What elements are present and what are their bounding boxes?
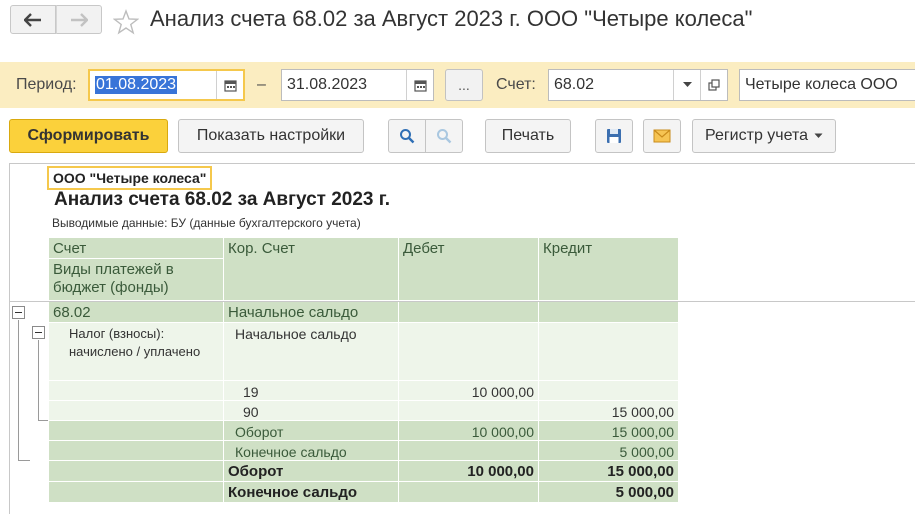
- row-c2: Начальное сальдо: [224, 323, 399, 381]
- organization-field[interactable]: Четыре колеса ООО: [739, 69, 915, 101]
- account-label: Счет:: [496, 76, 536, 93]
- open-link-icon: [708, 79, 720, 91]
- calendar-icon: [223, 79, 237, 92]
- row-credit: 5 000,00: [539, 441, 679, 461]
- date-from-calendar-button[interactable]: [216, 71, 243, 99]
- organization-value: Четыре колеса ООО: [745, 76, 898, 93]
- row-debit: [399, 302, 539, 323]
- row-c2: Начальное сальдо: [224, 302, 399, 323]
- forward-arrow-icon: [71, 12, 88, 27]
- star-icon[interactable]: [113, 9, 139, 35]
- account-dropdown-button[interactable]: [673, 70, 700, 100]
- row-subconto: [49, 461, 224, 482]
- row-debit: 10 000,00: [399, 421, 539, 441]
- subgroup-tree-line: [38, 340, 39, 420]
- row-account: 68.02: [49, 302, 224, 323]
- header-subconto: Виды платежей в бюджет (фонды): [49, 259, 224, 301]
- period-label: Период:: [16, 76, 77, 93]
- register-label: Регистр учета: [704, 127, 809, 144]
- period-select-button[interactable]: ...: [445, 69, 483, 101]
- back-arrow-icon: [24, 12, 41, 27]
- header-debit: Дебет: [399, 238, 539, 301]
- row-debit: [399, 482, 539, 503]
- row-credit: [539, 323, 679, 381]
- email-icon: [653, 129, 671, 143]
- search-button[interactable]: [388, 119, 426, 153]
- row-credit: 15 000,00: [539, 421, 679, 441]
- row-c2: Конечное сальдо: [224, 441, 399, 461]
- row-credit: 15 000,00: [539, 401, 679, 421]
- date-from-value: 01.08.2023: [95, 76, 178, 94]
- back-button[interactable]: [10, 5, 56, 34]
- show-settings-button[interactable]: Показать настройки: [178, 119, 364, 153]
- row-credit: [539, 381, 679, 401]
- chevron-down-icon: [814, 133, 823, 138]
- report-organization[interactable]: ООО "Четыре колеса": [47, 166, 213, 190]
- dropdown-icon: [682, 82, 692, 87]
- row-c2: 90: [224, 401, 399, 421]
- row-subconto: [49, 381, 224, 401]
- group-tree-line: [18, 460, 30, 461]
- row-subconto: [49, 441, 224, 461]
- collapse-subgroup-toggle[interactable]: [32, 326, 45, 339]
- row-debit: [399, 441, 539, 461]
- report-top-divider: [10, 163, 915, 164]
- row-c2: Оборот: [224, 461, 399, 482]
- page-title: Анализ счета 68.02 за Август 2023 г. ООО…: [150, 6, 753, 31]
- generate-button[interactable]: Сформировать: [9, 119, 168, 153]
- search-cancel-button[interactable]: [425, 119, 463, 153]
- row-debit: [399, 401, 539, 421]
- save-icon: [607, 129, 621, 143]
- row-debit: 10 000,00: [399, 381, 539, 401]
- calendar-icon: [413, 79, 427, 92]
- date-from-field[interactable]: 01.08.2023: [88, 69, 245, 101]
- period-dash: –: [257, 76, 266, 93]
- report-gutter: [9, 163, 10, 514]
- row-credit: 5 000,00: [539, 482, 679, 503]
- row-c2: Оборот: [224, 421, 399, 441]
- header-account: Счет: [49, 238, 224, 259]
- date-to-field[interactable]: 31.08.2023: [281, 69, 434, 101]
- search-cancel-icon: [437, 129, 452, 144]
- date-to-value: 31.08.2023: [287, 76, 368, 93]
- save-button[interactable]: [595, 119, 633, 153]
- row-c2: 19: [224, 381, 399, 401]
- row-subconto: [49, 482, 224, 503]
- report-title: Анализ счета 68.02 за Август 2023 г.: [54, 189, 391, 210]
- row-credit: 15 000,00: [539, 461, 679, 482]
- print-button[interactable]: Печать: [485, 119, 571, 153]
- group-tree-line: [18, 320, 19, 460]
- account-open-button[interactable]: [700, 70, 727, 100]
- register-button[interactable]: Регистр учета: [692, 119, 836, 153]
- account-field[interactable]: 68.02: [548, 69, 728, 101]
- row-subconto: Налог (взносы): начислено / уплачено: [49, 323, 224, 381]
- row-subconto: [49, 421, 224, 441]
- account-value: 68.02: [554, 76, 595, 93]
- header-corr-account: Кор. Счет: [224, 238, 399, 301]
- date-to-calendar-button[interactable]: [406, 70, 433, 100]
- report-subtitle: Выводимые данные: БУ (данные бухгалтерск…: [52, 216, 361, 230]
- forward-button[interactable]: [56, 5, 102, 34]
- row-debit: 10 000,00: [399, 461, 539, 482]
- subgroup-tree-line: [38, 420, 48, 421]
- row-c2: Конечное сальдо: [224, 482, 399, 503]
- row-debit: [399, 323, 539, 381]
- header-credit: Кредит: [539, 238, 679, 301]
- email-button[interactable]: [643, 119, 681, 153]
- row-subconto: [49, 401, 224, 421]
- title-bar: Анализ счета 68.02 за Август 2023 г. ООО…: [0, 0, 915, 42]
- row-credit: [539, 302, 679, 323]
- search-icon: [400, 129, 415, 144]
- collapse-group-toggle[interactable]: [12, 306, 25, 319]
